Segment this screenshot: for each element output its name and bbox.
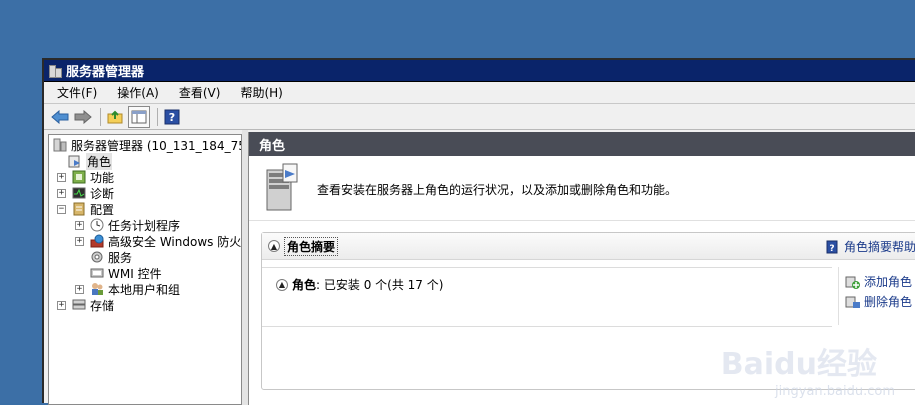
tree-item-diagnostics[interactable]: + 诊断 <box>57 185 114 201</box>
menu-help[interactable]: 帮助(H) <box>237 83 285 102</box>
content-header: 角色 <box>249 132 915 156</box>
toolbar-separator <box>100 107 101 126</box>
toolbar: ? <box>44 104 915 130</box>
tree-label: 服务器管理器 (10_131_184_75) <box>71 138 242 153</box>
menu-bar: 文件(F) 操作(A) 查看(V) 帮助(H) <box>44 82 915 104</box>
roles-server-icon <box>263 162 301 215</box>
expand-icon[interactable]: + <box>75 220 84 230</box>
tree-label: 本地用户和组 <box>108 282 181 297</box>
back-arrow-icon[interactable] <box>50 107 70 127</box>
roles-actions: 添加角色 删除角色 <box>838 267 915 325</box>
roles-icon <box>67 154 83 168</box>
show-hide-console-tree-icon[interactable] <box>128 105 150 128</box>
tree-label: WMI 控件 <box>108 266 162 281</box>
roles-status: : 已安装 0 个(共 17 个) <box>316 278 444 292</box>
tree-item-server-manager[interactable]: 服务器管理器 (10_131_184_75) <box>52 137 242 153</box>
collapse-arrow-icon[interactable]: ▲ <box>276 278 288 291</box>
expand-icon[interactable]: + <box>57 172 66 182</box>
roles-status-line[interactable]: ▲ 角色 : 已安装 0 个(共 17 个) <box>276 276 443 293</box>
tree-label: 角色 <box>86 152 113 170</box>
remove-roles-icon <box>845 296 860 308</box>
svg-text:?: ? <box>169 111 175 124</box>
up-folder-icon[interactable] <box>105 107 125 127</box>
svg-text:?: ? <box>829 244 834 254</box>
watermark-logo: Baidu经验 <box>720 347 877 382</box>
menu-action[interactable]: 操作(A) <box>114 83 162 102</box>
roles-summary-title: 角色摘要 <box>284 236 339 256</box>
roles-summary-help-link[interactable]: ? 角色摘要帮助 <box>826 238 915 255</box>
configuration-icon <box>71 202 87 216</box>
storage-icon <box>71 298 87 312</box>
tree-label: 诊断 <box>90 186 115 201</box>
content-pane: 角色 查看安装在服务器上角色的运行状况，以及添加或删除角色和功能。 ▲ 角色摘要 <box>248 132 915 405</box>
intro-text: 查看安装在服务器上角色的运行状况，以及添加或删除角色和功能。 <box>317 183 678 197</box>
expand-icon[interactable]: + <box>75 284 84 294</box>
tree-label: 配置 <box>90 202 115 217</box>
features-icon <box>71 170 87 184</box>
diagnostics-icon <box>71 186 87 200</box>
watermark-url: jingyan.baidu.com <box>775 384 895 399</box>
expand-icon[interactable]: + <box>75 236 84 246</box>
expand-icon[interactable]: + <box>57 300 66 310</box>
page-title: 角色 <box>259 138 286 154</box>
roles-label: 角色 <box>292 278 317 292</box>
clock-icon <box>89 218 105 232</box>
help-icon[interactable]: ? <box>162 107 182 127</box>
tree-item-task-scheduler[interactable]: + 任务计划程序 <box>75 217 180 233</box>
server-manager-icon <box>48 64 62 78</box>
tree-item-features[interactable]: + 功能 <box>57 169 114 185</box>
tree-label: 服务 <box>108 250 133 265</box>
remove-roles-link[interactable]: 删除角色 <box>845 293 912 310</box>
tree-item-local-users[interactable]: + 本地用户和组 <box>75 281 180 297</box>
window-title: 服务器管理器 <box>66 65 145 80</box>
collapse-icon[interactable]: − <box>57 204 66 214</box>
forward-arrow-icon[interactable] <box>73 107 93 127</box>
tree-label: 任务计划程序 <box>108 218 181 233</box>
help-book-icon: ? <box>826 240 838 254</box>
menu-file[interactable]: 文件(F) <box>54 83 100 102</box>
tree-item-firewall[interactable]: + 高级安全 Windows 防火墙 <box>75 233 242 249</box>
roles-intro: 查看安装在服务器上角色的运行状况，以及添加或删除角色和功能。 <box>249 156 915 221</box>
menu-view[interactable]: 查看(V) <box>176 83 224 102</box>
firewall-icon <box>89 234 105 248</box>
users-icon <box>89 282 105 296</box>
roles-status-area: ▲ 角色 : 已安装 0 个(共 17 个) <box>262 267 832 327</box>
tree-label: 高级安全 Windows 防火墙 <box>108 234 242 249</box>
wmi-icon <box>89 266 105 280</box>
add-roles-icon <box>845 276 860 289</box>
tree-item-services[interactable]: 服务 <box>89 249 132 265</box>
server-manager-window: 服务器管理器 文件(F) 操作(A) 查看(V) 帮助(H) ? 服务器管理器 … <box>42 58 915 405</box>
expand-icon[interactable]: + <box>57 188 66 198</box>
tree-item-storage[interactable]: + 存储 <box>57 297 114 313</box>
title-bar[interactable]: 服务器管理器 <box>44 60 915 82</box>
tree-label: 功能 <box>90 170 115 185</box>
tree-item-configuration[interactable]: − 配置 <box>57 201 114 217</box>
roles-summary-header[interactable]: ▲ 角色摘要 ? 角色摘要帮助 <box>262 233 915 260</box>
server-icon <box>52 138 68 152</box>
tree-item-roles[interactable]: 角色 <box>67 152 113 170</box>
collapse-arrow-icon[interactable]: ▲ <box>268 240 280 252</box>
console-tree[interactable]: 服务器管理器 (10_131_184_75) 角色 + 功能 + 诊断 − 配置… <box>48 134 242 405</box>
services-gear-icon <box>89 250 105 264</box>
toolbar-separator <box>157 107 158 126</box>
tree-label: 存储 <box>90 298 115 313</box>
tree-item-wmi[interactable]: WMI 控件 <box>89 265 162 281</box>
add-roles-link[interactable]: 添加角色 <box>845 273 912 290</box>
